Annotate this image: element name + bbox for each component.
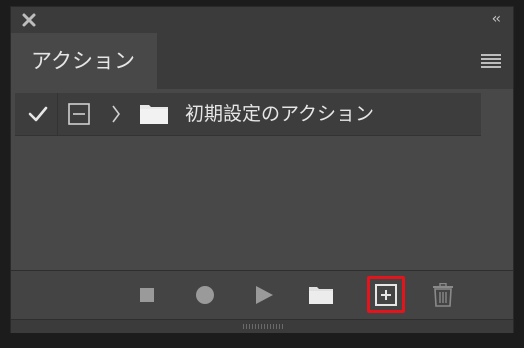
new-action-icon — [375, 284, 397, 306]
folder-icon — [140, 105, 168, 124]
new-action-button[interactable] — [372, 281, 400, 309]
stop-icon — [140, 288, 154, 302]
action-set-label: 初期設定のアクション — [185, 103, 375, 125]
trash-icon — [433, 283, 453, 307]
hamburger-line — [481, 62, 501, 64]
toggle-item-checkbox[interactable] — [27, 93, 49, 135]
tab-label: アクション — [31, 49, 135, 73]
collapse-panel-button[interactable]: ‹‹ — [492, 11, 501, 27]
play-button[interactable] — [250, 281, 278, 309]
toggle-dialog-button[interactable] — [67, 93, 91, 135]
action-set-folder — [139, 93, 169, 135]
folder-icon — [309, 287, 333, 304]
chevron-right-icon — [112, 105, 120, 123]
actions-toolbar — [11, 270, 513, 319]
checkmark-icon — [28, 106, 48, 122]
play-icon — [256, 286, 273, 304]
dialog-toggle-icon — [68, 103, 90, 125]
expand-button[interactable] — [109, 93, 123, 135]
panel-menu-button[interactable] — [481, 54, 501, 68]
panel-titlebar: ‹‹ — [11, 7, 513, 33]
list-item[interactable]: 初期設定のアクション — [15, 93, 481, 136]
hamburger-line — [481, 58, 501, 60]
actions-panel: ‹‹ アクション 初期設定のアクション — [10, 6, 514, 333]
record-icon — [196, 286, 214, 304]
actions-list: 初期設定のアクション — [11, 89, 513, 269]
stop-button[interactable] — [133, 281, 161, 309]
grip-lines — [243, 324, 283, 329]
column-divider — [57, 93, 58, 135]
record-button[interactable] — [191, 281, 219, 309]
close-icon[interactable] — [21, 12, 37, 28]
new-set-button[interactable] — [307, 281, 335, 309]
delete-button[interactable] — [429, 281, 457, 309]
hamburger-line — [481, 66, 501, 68]
resize-grip[interactable] — [11, 319, 513, 333]
tab-actions[interactable]: アクション — [11, 33, 157, 89]
hamburger-menu-icon — [481, 54, 501, 56]
tab-bar: アクション — [11, 33, 513, 89]
